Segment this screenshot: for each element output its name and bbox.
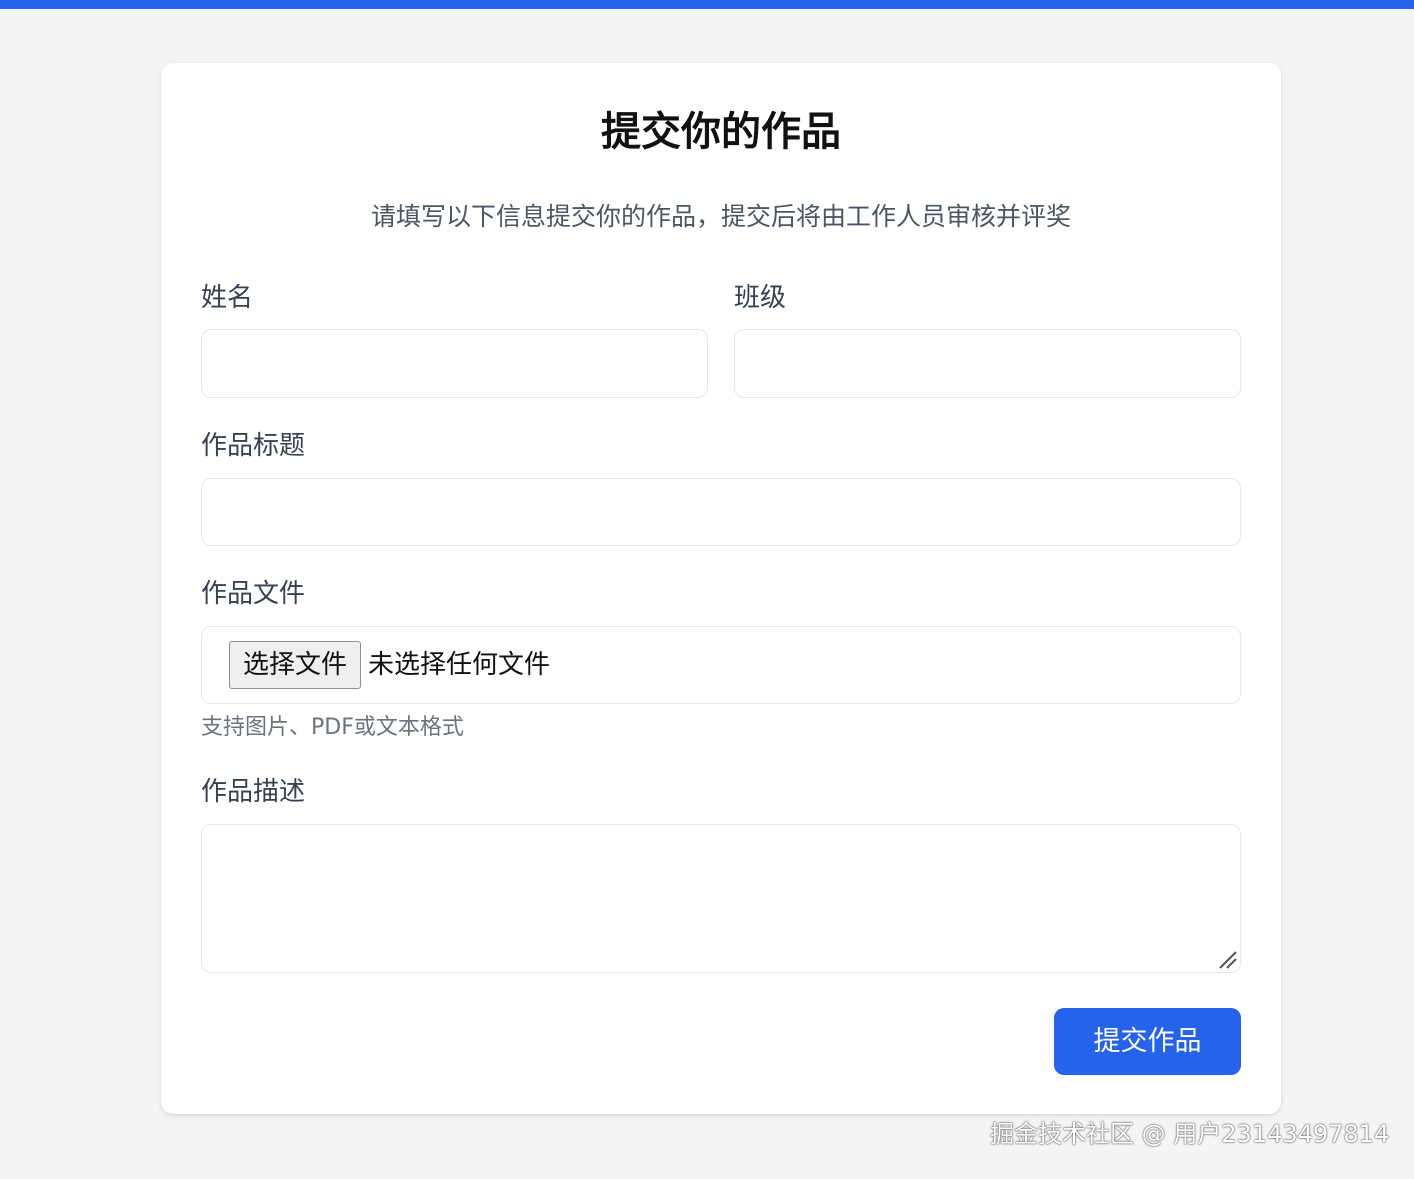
file-format-hint: 支持图片、PDF或文本格式	[201, 715, 464, 740]
work-title-input[interactable]	[201, 478, 1241, 546]
resize-grip-icon[interactable]	[1216, 948, 1238, 970]
page-title: 提交你的作品	[601, 109, 841, 155]
work-file-label: 作品文件	[201, 579, 306, 609]
description-textarea[interactable]	[201, 824, 1241, 973]
description-label: 作品描述	[201, 777, 306, 807]
submission-form-card: 提交你的作品 请填写以下信息提交你的作品，提交后将由工作人员审核并评奖 姓名 班…	[161, 63, 1281, 1114]
choose-file-button[interactable]: 选择文件	[229, 641, 361, 689]
file-upload-field: 选择文件 未选择任何文件	[201, 626, 1241, 704]
name-input[interactable]	[201, 329, 708, 398]
class-input[interactable]	[734, 329, 1241, 398]
class-label: 班级	[734, 283, 787, 313]
name-label: 姓名	[201, 283, 254, 313]
top-accent-bar	[0, 0, 1414, 9]
watermark-text: 掘金技术社区 @ 用户23143497814	[990, 1120, 1390, 1148]
file-status-text: 未选择任何文件	[368, 650, 551, 680]
work-title-label: 作品标题	[201, 431, 306, 461]
page-subtitle: 请填写以下信息提交你的作品，提交后将由工作人员审核并评奖	[370, 202, 1071, 231]
submit-work-button[interactable]: 提交作品	[1054, 1008, 1241, 1075]
